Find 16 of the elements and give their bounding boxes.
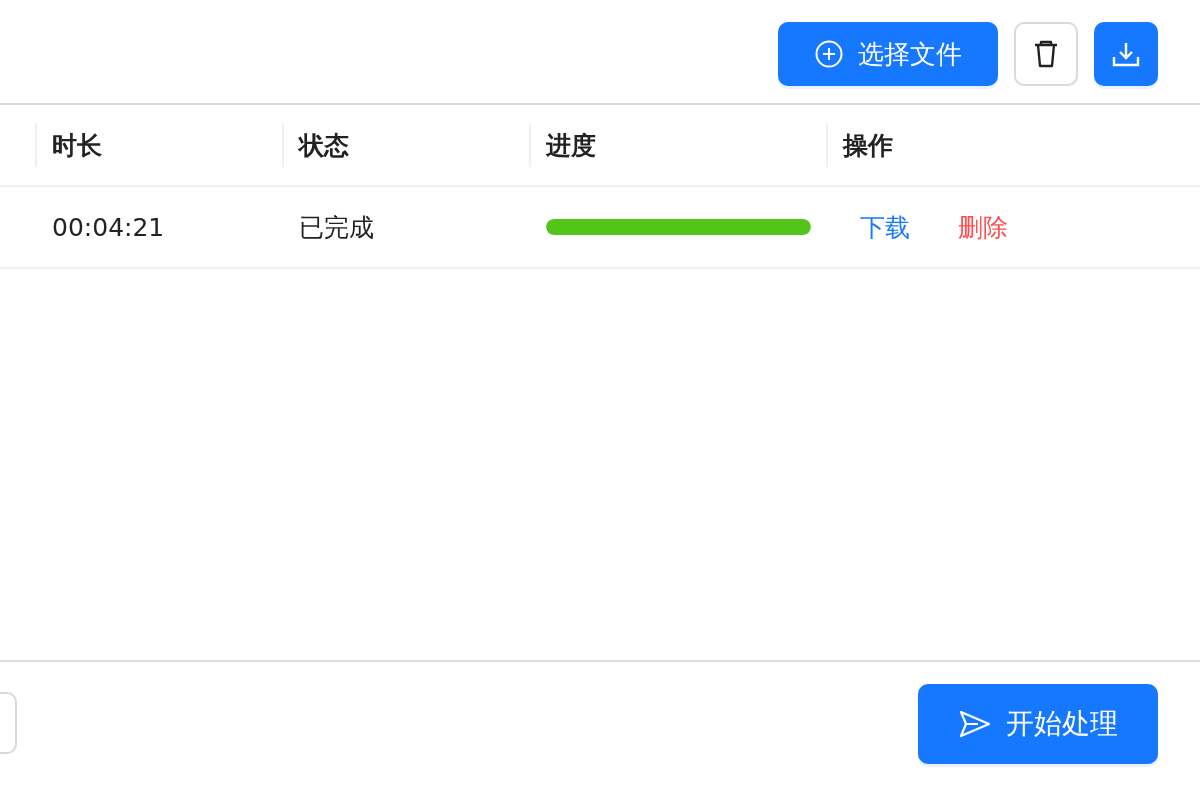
duration-cell: 00:04:21 [52,212,165,242]
trash-icon [1033,39,1059,69]
column-header: 时长 [52,129,102,162]
download-link[interactable]: 下载 [860,210,910,244]
delete-button[interactable] [1014,22,1078,86]
column-header: 操作 [843,129,893,162]
column-header: 状态 [299,129,349,162]
download-icon [1112,41,1140,67]
column-header: 进度 [546,129,596,162]
plus-circle-icon [814,39,844,69]
status-cell-text: 已完成 [299,211,374,244]
select-file-button[interactable]: 选择文件 [778,22,998,86]
send-icon [958,709,992,739]
delete-link[interactable]: 删除 [958,210,1008,244]
download-button[interactable] [1094,22,1158,86]
start-processing-button[interactable]: 开始处理 [918,684,1158,764]
